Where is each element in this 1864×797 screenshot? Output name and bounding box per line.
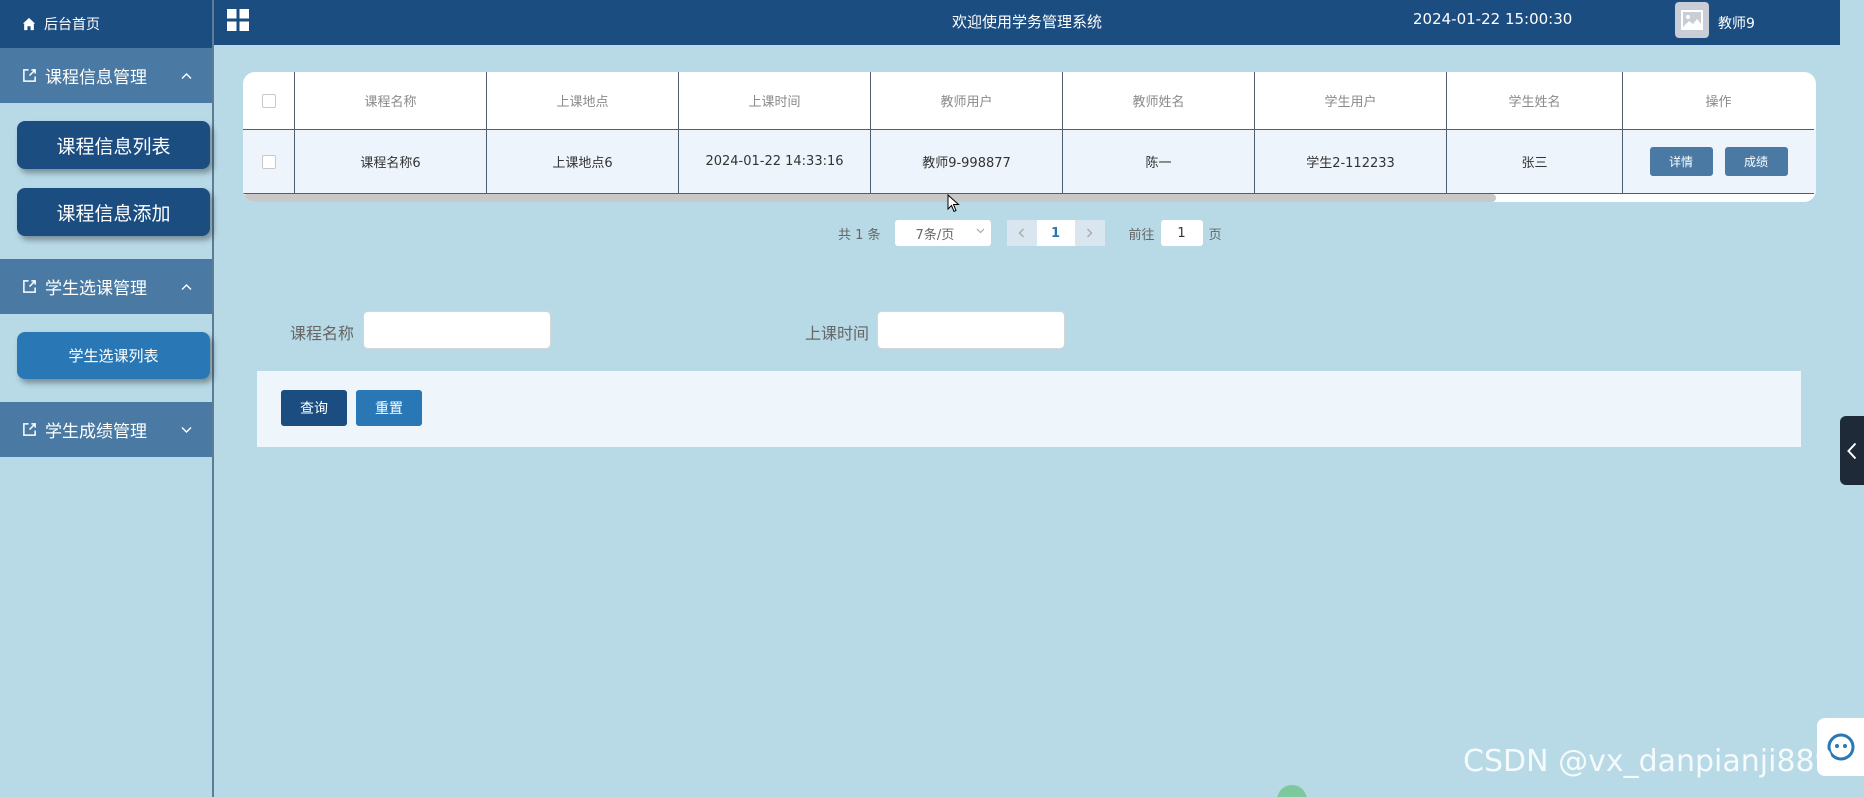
sidebar-item-label: 课程信息列表 xyxy=(56,135,171,158)
topbar: 欢迎使用学务管理系统 2024-01-22 15:00:30 教师9 xyxy=(214,0,1840,45)
table-cell: 教师9-998877 xyxy=(871,130,1063,194)
search-actions: 查询 重置 xyxy=(257,371,1801,447)
avatar[interactable] xyxy=(1675,2,1709,38)
sidebar-item-course-list[interactable]: 课程信息列表 xyxy=(17,121,210,169)
external-link-icon xyxy=(23,423,36,436)
grade-button[interactable]: 成绩 xyxy=(1724,147,1788,176)
user-name[interactable]: 教师9 xyxy=(1718,13,1755,33)
table-cell: 课程名称6 xyxy=(295,130,487,194)
column-header[interactable]: 教师姓名 xyxy=(1063,72,1255,130)
watermark: CSDN @vx_danpianji889 xyxy=(1463,744,1834,779)
menu-group-label: 学生选课管理 xyxy=(45,279,147,299)
chevron-up-icon xyxy=(181,283,192,290)
class-time-label: 上课时间 xyxy=(805,324,870,343)
row-checkbox[interactable] xyxy=(261,154,276,169)
sidebar-item-course-add[interactable]: 课程信息添加 xyxy=(17,188,210,236)
mouse-cursor-icon xyxy=(947,194,960,213)
page-size-value: 7条/页 xyxy=(915,227,955,243)
table-header: 课程名称 上课地点 上课时间 教师用户 教师姓名 学生用户 学生姓名 操作 xyxy=(243,72,1816,130)
table-cell: 2024-01-22 14:33:16 xyxy=(679,130,871,194)
total-count: 共 1 条 xyxy=(838,227,881,243)
class-time-input[interactable] xyxy=(877,311,1065,349)
grid-menu-icon[interactable] xyxy=(227,9,249,31)
table-cell: 上课地点6 xyxy=(487,130,679,194)
home-icon xyxy=(22,17,36,31)
column-header[interactable]: 课程名称 xyxy=(295,72,487,130)
table-row[interactable]: 课程名称6 上课地点6 2024-01-22 14:33:16 教师9-9988… xyxy=(243,130,1816,194)
collapse-panel-button[interactable] xyxy=(1840,416,1864,485)
goto-label: 前往 xyxy=(1128,227,1155,243)
reset-button[interactable]: 重置 xyxy=(356,390,422,426)
select-all-checkbox[interactable] xyxy=(261,93,276,108)
menu-group-grades[interactable]: 学生成绩管理 xyxy=(0,402,212,457)
sidebar-home[interactable]: 后台首页 xyxy=(0,0,212,48)
chevron-left-icon xyxy=(1018,228,1025,238)
sidebar-item-label: 学生选课列表 xyxy=(68,347,159,365)
menu-group-label: 课程信息管理 xyxy=(45,68,147,88)
column-header[interactable]: 教师用户 xyxy=(871,72,1063,130)
prev-page-button[interactable] xyxy=(1006,220,1037,246)
column-header[interactable]: 上课地点 xyxy=(487,72,679,130)
column-header[interactable]: 学生用户 xyxy=(1255,72,1447,130)
horizontal-scrollbar[interactable] xyxy=(243,194,1496,202)
table-cell: 学生2-112233 xyxy=(1255,130,1447,194)
select-all-cell xyxy=(243,72,295,130)
menu-group-course-selection[interactable]: 学生选课管理 xyxy=(0,259,212,314)
chevron-up-icon xyxy=(181,72,192,79)
row-select-cell xyxy=(243,130,295,194)
chevron-right-icon xyxy=(1087,228,1093,238)
datetime-display: 2024-01-22 15:00:30 xyxy=(1413,10,1573,28)
table-cell: 陈一 xyxy=(1063,130,1255,194)
sidebar-item-selection-list[interactable]: 学生选课列表 xyxy=(17,332,210,379)
sidebar-home-label: 后台首页 xyxy=(44,17,100,33)
sidebar-item-label: 课程信息添加 xyxy=(56,202,171,225)
menu-group-course-info[interactable]: 课程信息管理 xyxy=(0,48,212,103)
image-icon xyxy=(1681,10,1703,30)
menu-group-label: 学生成绩管理 xyxy=(45,422,147,442)
chevron-down-icon xyxy=(976,228,984,234)
column-header: 操作 xyxy=(1623,72,1814,130)
external-link-icon xyxy=(23,280,36,293)
column-header[interactable]: 上课时间 xyxy=(679,72,871,130)
external-link-icon xyxy=(23,69,36,82)
data-table: 课程名称 上课地点 上课时间 教师用户 教师姓名 学生用户 学生姓名 操作 课程… xyxy=(243,72,1816,202)
pagination: 共 1 条 7条/页 1 前往 1 页 xyxy=(838,220,1222,246)
course-name-input[interactable] xyxy=(363,311,551,349)
page-title: 欢迎使用学务管理系统 xyxy=(952,13,1103,31)
page-number-current[interactable]: 1 xyxy=(1036,220,1075,246)
next-page-button[interactable] xyxy=(1074,220,1105,246)
course-name-label: 课程名称 xyxy=(290,324,355,343)
sidebar: 后台首页 课程信息管理 课程信息列表 课程信息添加 学生选课管理 学生选课列表 … xyxy=(0,0,214,797)
page-size-select[interactable]: 7条/页 xyxy=(894,220,991,246)
chevron-left-icon xyxy=(1847,442,1857,459)
floating-dot xyxy=(1277,785,1307,797)
detail-button[interactable]: 详情 xyxy=(1649,147,1713,176)
table-cell: 张三 xyxy=(1447,130,1623,194)
column-header[interactable]: 学生姓名 xyxy=(1447,72,1623,130)
goto-suffix: 页 xyxy=(1208,227,1222,243)
goto-page-input[interactable]: 1 xyxy=(1160,220,1203,246)
query-button[interactable]: 查询 xyxy=(281,390,347,426)
actions-cell: 详情 成绩 xyxy=(1623,130,1814,194)
chevron-down-icon xyxy=(181,426,192,433)
